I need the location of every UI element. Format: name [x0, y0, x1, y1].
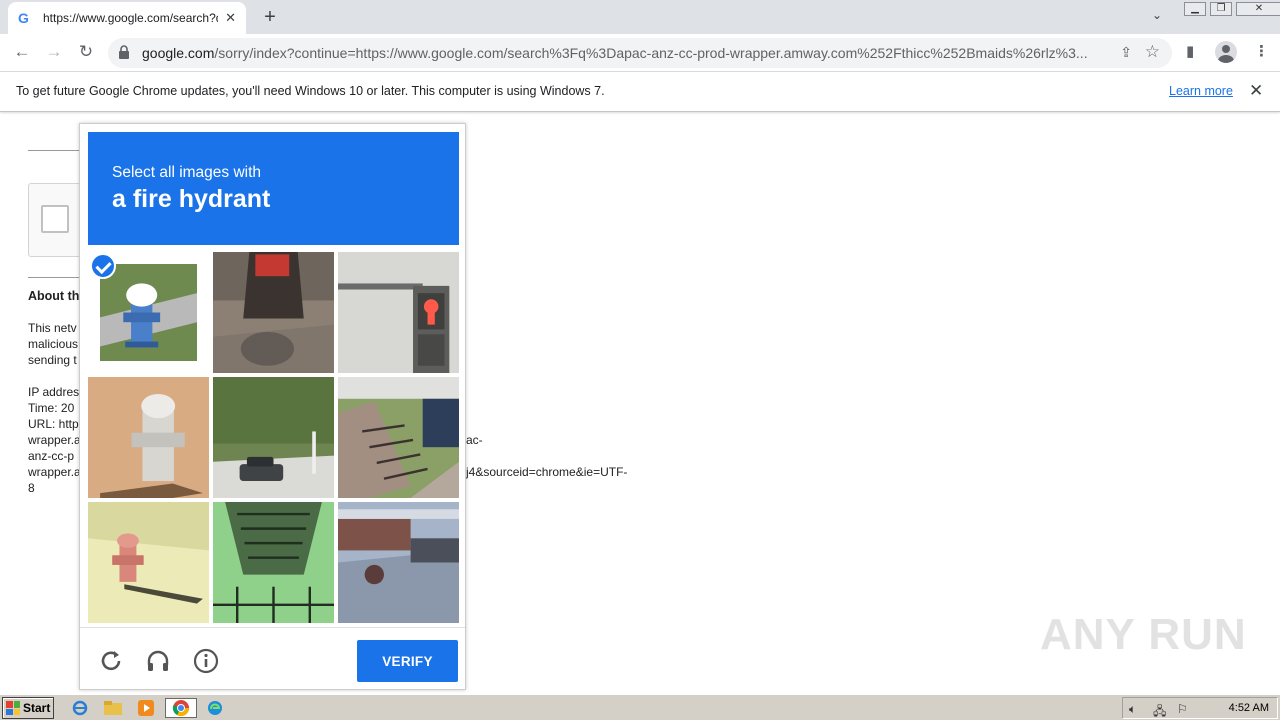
share-icon[interactable]: ⇪ — [1120, 44, 1132, 61]
tab-close-icon[interactable]: ✕ — [225, 10, 236, 26]
restore-button[interactable]: ❐ — [1210, 2, 1232, 16]
tab-search-chevron-icon[interactable]: ⌄ — [1152, 8, 1162, 22]
volume-icon[interactable]: 🔈︎ — [1129, 702, 1136, 717]
paragraph-line: sending t — [28, 353, 77, 367]
chrome-taskbar-icon[interactable] — [165, 698, 197, 718]
file-explorer-folder-icon[interactable] — [102, 698, 124, 718]
info-line: Time: 20 — [28, 401, 75, 415]
motorcycle-image — [213, 252, 334, 373]
infobar-close-icon[interactable]: ✕ — [1249, 81, 1263, 101]
browser-toolbar: ← → ↻ google.com/sorry/index?continue=ht… — [0, 34, 1280, 72]
start-button[interactable]: Start — [2, 697, 54, 719]
info-line: IP addres — [28, 385, 80, 399]
learn-more-link[interactable]: Learn more — [1169, 84, 1233, 98]
side-panel-icon[interactable]: ▮ — [1186, 42, 1194, 60]
windows-taskbar: Start 🔈︎ 🖧 ⚐ 4:52 AM — [0, 694, 1280, 720]
hydrant-image — [88, 377, 209, 498]
hydrant-image — [88, 502, 209, 623]
update-infobar: To get future Google Chrome updates, you… — [0, 72, 1280, 112]
info-icon[interactable] — [193, 648, 219, 674]
divider — [28, 150, 80, 151]
captcha-tile[interactable] — [213, 252, 334, 373]
street-car-image — [213, 377, 334, 498]
info-line: wrapper.a — [28, 433, 80, 447]
edge-icon[interactable] — [204, 698, 226, 718]
browser-tab[interactable]: G https://www.google.com/search?q= ✕ — [8, 2, 246, 34]
menu-kebab-icon[interactable]: ⋮ — [1254, 42, 1269, 60]
tab-title: https://www.google.com/search?q= — [43, 11, 218, 25]
info-line-tail: j4&sourceid=chrome&ie=UTF- — [466, 465, 628, 479]
captcha-tile-hydrant-selected[interactable] — [88, 252, 209, 373]
pedestrian-signal-image — [338, 252, 459, 373]
info-line: 8 — [28, 481, 35, 495]
infobar-message: To get future Google Chrome updates, you… — [16, 84, 605, 98]
captcha-footer: VERIFY — [80, 627, 465, 689]
forward-arrow-icon[interactable]: → — [43, 42, 65, 62]
profile-avatar-icon[interactable] — [1215, 41, 1237, 63]
captcha-image-grid — [88, 252, 459, 623]
captcha-tile[interactable] — [88, 377, 209, 498]
bookmark-star-icon[interactable]: ☆ — [1145, 42, 1160, 62]
recaptcha-checkbox[interactable] — [41, 205, 69, 233]
info-line: anz-cc-p — [28, 449, 75, 463]
new-tab-button[interactable]: + — [260, 6, 280, 29]
window-close-button[interactable]: ✕ — [1236, 2, 1280, 16]
tab-strip: G https://www.google.com/search?q= ✕ + ⌄… — [0, 0, 1280, 34]
windows-logo-icon — [6, 701, 20, 715]
reload-challenge-icon[interactable] — [98, 648, 124, 674]
captcha-instruction: Select all images with — [112, 164, 262, 181]
paragraph-line: malicious — [28, 337, 79, 351]
action-center-flag-icon[interactable]: ⚐ — [1177, 702, 1188, 716]
lock-icon — [119, 45, 129, 59]
window-controls: ▁ ❐ ✕ — [1184, 2, 1280, 16]
system-tray: 🔈︎ 🖧 ⚐ 4:52 AM — [1122, 697, 1278, 719]
captcha-tile[interactable] — [338, 377, 459, 498]
captcha-tile[interactable] — [338, 252, 459, 373]
info-line: URL: http — [28, 417, 79, 431]
network-icon[interactable]: 🖧 — [1153, 702, 1166, 720]
hydrant-image — [100, 264, 197, 361]
captcha-tile[interactable] — [213, 502, 334, 623]
paragraph-line: This netv — [28, 321, 77, 335]
minimize-button[interactable]: ▁ — [1184, 2, 1206, 16]
stairs-image — [338, 377, 459, 498]
taskbar-clock[interactable]: 4:52 AM — [1229, 702, 1269, 714]
start-label: Start — [23, 701, 51, 715]
anyrun-watermark: ANY RUN — [1040, 610, 1247, 659]
url-text: google.com/sorry/index?continue=https://… — [142, 45, 1088, 61]
back-arrow-icon[interactable]: ← — [11, 42, 33, 62]
verify-button[interactable]: VERIFY — [357, 640, 458, 682]
captcha-target: a fire hydrant — [112, 185, 271, 213]
about-heading: About th — [28, 289, 80, 303]
fire-escape-image — [213, 502, 334, 623]
info-line-tail: ac- — [466, 433, 483, 447]
address-bar[interactable]: google.com/sorry/index?continue=https://… — [108, 38, 1172, 68]
media-player-icon[interactable] — [135, 698, 157, 718]
internet-explorer-icon[interactable] — [69, 698, 91, 718]
captcha-tile[interactable] — [88, 502, 209, 623]
selected-check-icon — [90, 253, 116, 279]
captcha-challenge: Select all images with a fire hydrant VE… — [79, 123, 466, 690]
street-scene-image — [338, 502, 459, 623]
divider — [28, 277, 80, 278]
captcha-tile[interactable] — [213, 377, 334, 498]
google-favicon-icon: G — [18, 10, 29, 26]
reload-icon[interactable]: ↻ — [75, 42, 97, 62]
captcha-tile[interactable] — [338, 502, 459, 623]
info-line: wrapper.a — [28, 465, 80, 479]
audio-challenge-headphones-icon[interactable] — [145, 648, 171, 674]
captcha-header: Select all images with a fire hydrant — [88, 132, 459, 245]
